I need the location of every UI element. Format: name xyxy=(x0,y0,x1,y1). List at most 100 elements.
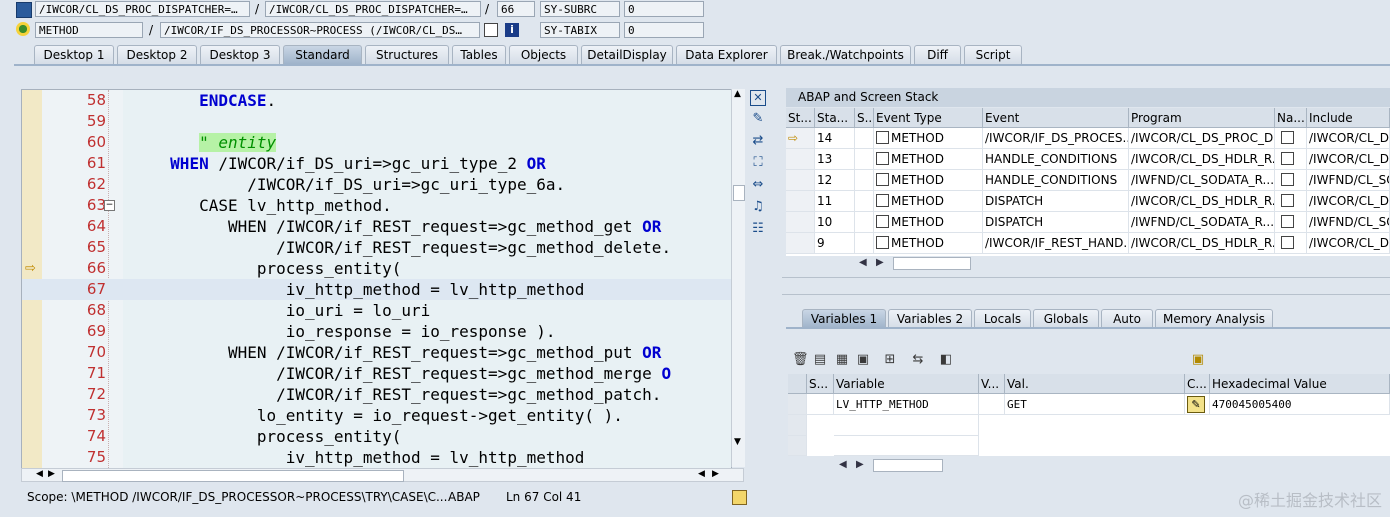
event-type[interactable]: METHOD xyxy=(874,149,983,170)
new-tool-icon[interactable]: ✎ xyxy=(750,111,766,127)
column-header[interactable]: St... xyxy=(786,108,815,128)
navigate-cell[interactable] xyxy=(1275,128,1307,149)
collapse-icon[interactable]: − xyxy=(104,200,115,211)
program-field[interactable]: /IWCOR/CL_DS_PROC_DISPATCHER=… xyxy=(35,1,250,17)
layout-icon[interactable]: ◧ xyxy=(938,352,954,368)
type-icon-cell[interactable] xyxy=(855,212,874,233)
type-icon-cell[interactable] xyxy=(855,149,874,170)
event-name[interactable]: /IWCOR/IF_REST_HAND... xyxy=(983,233,1129,254)
event-type[interactable]: METHOD xyxy=(874,233,983,254)
editor-vertical-scrollbar[interactable]: ▲ ▼ xyxy=(731,89,745,467)
scroll-thumb[interactable] xyxy=(733,185,745,201)
column-header[interactable]: Na... xyxy=(1275,108,1307,128)
settings-icon[interactable]: ☷ xyxy=(750,221,766,237)
program-name[interactable]: /IWCOR/CL_DS_HDLR_R... xyxy=(1129,149,1275,170)
navigate-cell[interactable] xyxy=(1275,212,1307,233)
column-header[interactable]: S... xyxy=(807,374,834,394)
include-name[interactable]: /IWFND/CL_SO xyxy=(1307,170,1390,191)
program-name[interactable]: /IWCOR/CL_DS_PROC_D... xyxy=(1129,128,1275,149)
column-header[interactable]: Hexadecimal Value xyxy=(1210,374,1390,394)
program-name[interactable]: /IWFND/CL_SODATA_R... xyxy=(1129,170,1275,191)
change-cell[interactable]: ✎ xyxy=(1185,394,1210,415)
code-line[interactable]: 61 WHEN /IWCOR/if_DS_uri=>gc_uri_type_2 … xyxy=(22,153,731,174)
scroll-right-icon[interactable]: ▶ xyxy=(856,458,864,472)
scroll-thumb[interactable] xyxy=(62,470,404,482)
tab-desktop-1[interactable]: Desktop 1 xyxy=(34,45,114,64)
event-name[interactable]: HANDLE_CONDITIONS xyxy=(983,170,1129,191)
include-name[interactable]: /IWCOR/CL_DS xyxy=(1307,128,1390,149)
type-icon-cell[interactable] xyxy=(855,233,874,254)
save-vars-icon[interactable]: ▦ xyxy=(834,352,850,368)
stack-level[interactable]: 11 xyxy=(815,191,855,212)
event-name[interactable]: DISPATCH xyxy=(983,191,1129,212)
scroll-down-icon[interactable]: ▼ xyxy=(734,437,741,447)
source-icon[interactable] xyxy=(1281,131,1294,144)
note-icon[interactable] xyxy=(732,490,747,505)
load-icon[interactable]: ▤ xyxy=(812,352,828,368)
sysvar-field-2[interactable]: SY-TABIX xyxy=(540,22,620,38)
program-name[interactable]: /IWFND/CL_SODATA_R... xyxy=(1129,212,1275,233)
event-type[interactable]: METHOD xyxy=(874,128,983,149)
code-line[interactable]: ⇨ 66 process_entity( xyxy=(22,258,731,279)
replace-tool-icon[interactable]: ⇄ xyxy=(750,133,766,149)
tab-diff[interactable]: Diff xyxy=(914,45,961,64)
source-icon[interactable] xyxy=(1281,173,1294,186)
column-header[interactable]: V... xyxy=(979,374,1005,394)
include-name[interactable]: /IWFND/CL_SO xyxy=(1307,212,1390,233)
save-icon[interactable]: ▣ xyxy=(1190,352,1206,368)
event-name[interactable]: /IWCOR/IF_DS_PROCES... xyxy=(983,128,1129,149)
code-line[interactable]: 72 /IWCOR/if_REST_request=>gc_method_pat… xyxy=(22,384,731,405)
column-header[interactable]: C... xyxy=(1185,374,1210,394)
event-type[interactable]: METHOD xyxy=(874,170,983,191)
event-type[interactable]: METHOD xyxy=(874,212,983,233)
sysvar-field-1[interactable]: SY-SUBRC xyxy=(540,1,620,17)
tab-globals[interactable]: Globals xyxy=(1033,309,1099,328)
code-line[interactable]: 60 " entity xyxy=(22,132,731,153)
code-line[interactable]: 74 process_entity( xyxy=(22,426,731,447)
service-icon[interactable]: ♫ xyxy=(750,199,766,215)
code-line[interactable]: 64 WHEN /IWCOR/if_REST_request=>gc_metho… xyxy=(22,216,731,237)
info-icon[interactable]: i xyxy=(505,23,519,37)
sysval-field-1[interactable]: 0 xyxy=(624,1,704,17)
code-line[interactable]: 59 xyxy=(22,111,731,132)
tab-structures[interactable]: Structures xyxy=(365,45,449,64)
type-icon-cell[interactable] xyxy=(855,170,874,191)
tab-objects[interactable]: Objects xyxy=(509,45,578,64)
source-icon[interactable] xyxy=(1281,236,1294,249)
navigate-cell[interactable] xyxy=(1275,149,1307,170)
code-line[interactable]: 63 CASE lv_http_method. xyxy=(22,195,731,216)
delete-icon[interactable]: 🗑 xyxy=(792,352,809,368)
scroll-right-icon[interactable]: ▶ xyxy=(876,256,884,270)
scroll-left-icon[interactable]: ◀ xyxy=(698,469,705,479)
row-selector[interactable] xyxy=(788,436,807,456)
editor-horizontal-scrollbar[interactable]: ◀ ▶ ◀ ▶ xyxy=(21,468,744,482)
source-icon[interactable] xyxy=(1281,194,1294,207)
stack-level[interactable]: 9 xyxy=(815,233,855,254)
navigate-cell[interactable] xyxy=(1275,170,1307,191)
pencil-icon[interactable]: ✎ xyxy=(1187,396,1205,413)
program-name[interactable]: /IWCOR/CL_DS_HDLR_R... xyxy=(1129,233,1275,254)
tab-detaildisplay[interactable]: DetailDisplay xyxy=(581,45,673,64)
tab-standard[interactable]: Standard xyxy=(283,45,362,64)
scroll-left-icon[interactable]: ◀ xyxy=(36,469,43,479)
event-name[interactable]: DISPATCH xyxy=(983,212,1129,233)
code-line[interactable]: 62 /IWCOR/if_DS_uri=>gc_uri_type_6a. xyxy=(22,174,731,195)
code-line[interactable]: 58 ENDCASE. xyxy=(22,90,731,111)
column-header[interactable]: S... xyxy=(855,108,874,128)
column-header[interactable]: Event xyxy=(983,108,1129,128)
navigate-icon[interactable]: ⇆ xyxy=(910,352,926,368)
column-header[interactable]: Variable xyxy=(834,374,979,394)
code-line[interactable]: 70 WHEN /IWCOR/if_REST_request=>gc_metho… xyxy=(22,342,731,363)
variable-value[interactable]: GET xyxy=(1005,394,1185,415)
row-selector-header[interactable] xyxy=(788,374,807,394)
event-type-field[interactable]: METHOD xyxy=(35,22,143,38)
import-icon[interactable]: ▣ xyxy=(855,352,871,368)
row-selector[interactable] xyxy=(788,394,807,415)
display-icon[interactable] xyxy=(484,23,498,37)
event-type[interactable]: METHOD xyxy=(874,191,983,212)
stack-level[interactable]: 10 xyxy=(815,212,855,233)
tab-memory-analysis[interactable]: Memory Analysis xyxy=(1155,309,1273,328)
scroll-thumb[interactable] xyxy=(893,257,971,270)
tab-auto[interactable]: Auto xyxy=(1101,309,1153,328)
code-line[interactable]: 68 io_uri = lo_uri xyxy=(22,300,731,321)
